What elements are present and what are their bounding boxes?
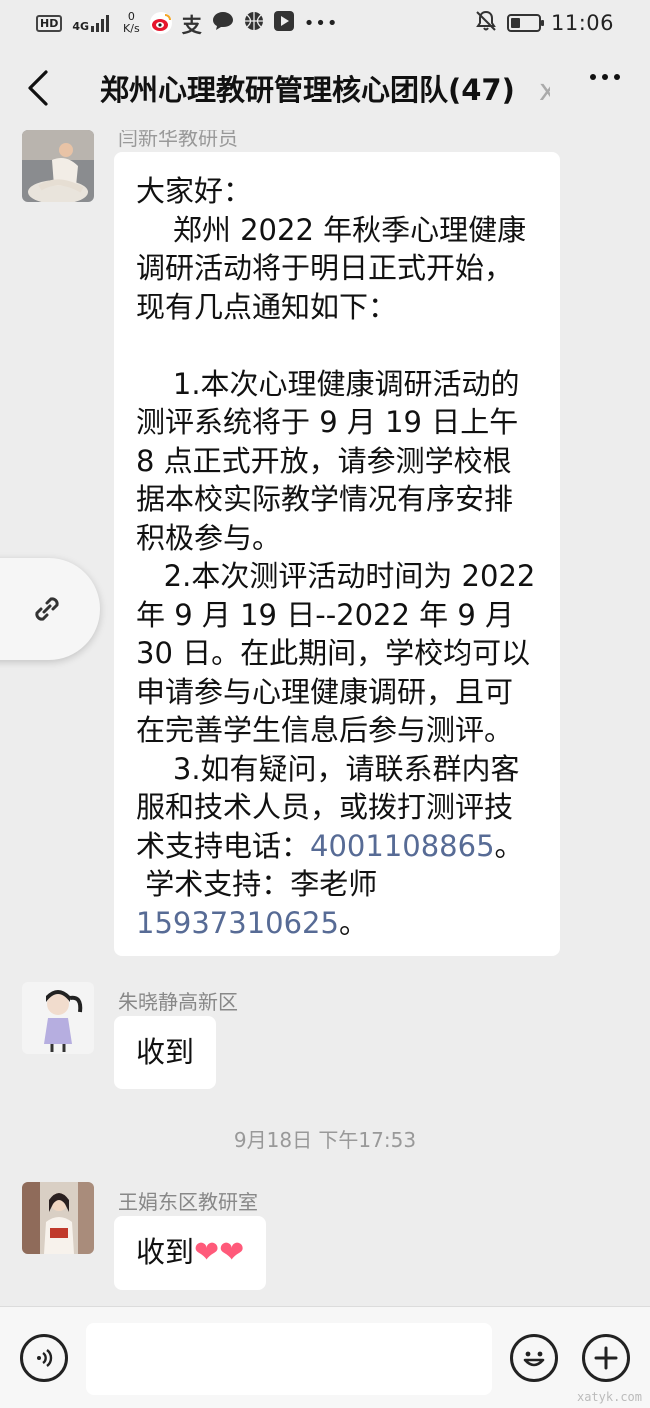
message-paragraph: 郑州 2022 年秋季心理健康调研活动将于明日正式开始，现有几点通知如下：	[136, 212, 527, 324]
chevron-left-icon	[28, 70, 48, 106]
emoji-button[interactable]	[510, 1334, 558, 1382]
basketball-icon	[244, 11, 264, 36]
sender-name: 闫新华教研员	[118, 130, 238, 150]
status-right: 11:06	[475, 10, 614, 37]
message-list[interactable]: 闫新华教研员 大家好： 郑州 2022 年秋季心理健康调研活动将于明日正式开始，…	[0, 130, 650, 1306]
signal-icon: 4G	[72, 14, 113, 32]
hd-icon: HD	[36, 14, 63, 32]
time-separator: 9月18日 下午17:53	[233, 1128, 417, 1152]
sender-name: 朱晓静高新区	[118, 990, 238, 1014]
period: 。	[494, 828, 524, 863]
voice-icon	[37, 1349, 53, 1367]
avatar[interactable]	[22, 130, 94, 202]
voice-button[interactable]	[20, 1334, 68, 1382]
message-bubble[interactable]: 收到	[114, 1016, 217, 1089]
input-bar: xatyk.com	[0, 1306, 650, 1408]
message-paragraph: 15937310625。	[136, 904, 538, 943]
academic-support-label: 学术支持：李老师	[136, 867, 378, 901]
play-icon	[273, 10, 294, 36]
network-speed: 0 K/s	[123, 11, 140, 35]
network-type-label: 4G	[72, 20, 90, 33]
add-button[interactable]	[582, 1334, 630, 1382]
floating-link-button[interactable]	[0, 558, 100, 660]
message-greeting: 大家好：	[136, 174, 253, 208]
speed-unit: K/s	[123, 22, 140, 35]
chat-header: 郑州心理教研管理核心团队(47) x	[0, 46, 650, 130]
chat-icon	[212, 11, 234, 36]
chat-title: 郑州心理教研管理核心团队(47) x	[100, 67, 550, 109]
heart-emoji: ❤❤	[194, 1235, 245, 1270]
avatar-girl-cartoon-icon	[22, 982, 94, 1054]
period: 。	[338, 905, 368, 940]
status-left: HD 4G 0 K/s 支 •••	[36, 9, 339, 38]
chat-title-text: 郑州心理教研管理核心团队(47)	[100, 73, 515, 107]
message-text: 收到	[136, 1235, 195, 1269]
weibo-icon	[149, 12, 172, 34]
message-input[interactable]	[86, 1323, 492, 1395]
more-icon	[590, 74, 596, 80]
battery-icon	[506, 14, 544, 32]
avatar[interactable]	[22, 1182, 94, 1254]
chat-title-overflow: x	[538, 73, 550, 107]
phone-link-tech[interactable]: 4001108865	[310, 829, 495, 863]
avatar[interactable]	[22, 982, 94, 1054]
plus-icon	[594, 1346, 618, 1370]
message-paragraph: 3.如有疑问，请联系群内客服和技术人员，或拨打测评技术支持电话：40011088…	[136, 750, 538, 866]
link-icon	[35, 597, 59, 621]
message-bubble[interactable]: 大家好： 郑州 2022 年秋季心理健康调研活动将于明日正式开始，现有几点通知如…	[114, 152, 560, 956]
sender-name: 王娟东区教研室	[118, 1190, 258, 1214]
back-button[interactable]	[0, 46, 76, 130]
mute-bell-icon	[475, 10, 497, 37]
status-bar: HD 4G 0 K/s 支 ••• 11:06	[0, 0, 650, 46]
avatar-woman-meditating-icon	[22, 130, 94, 202]
clock: 11:06	[550, 11, 614, 35]
message-paragraph: 1.本次心理健康调研活动的测评系统将于 9 月 19 日上午 8 点正式开放，请…	[136, 366, 528, 555]
message-text: 收到	[136, 1035, 195, 1069]
watermark: xatyk.com	[576, 1390, 642, 1404]
emoji-icon	[523, 1351, 545, 1367]
avatar-woman-holding-book-icon	[22, 1182, 94, 1254]
alipay-icon: 支	[181, 12, 202, 37]
message-paragraph: 2.本次测评活动时间为 2022 年 9 月 19 日--2022 年 9 月 …	[136, 559, 545, 747]
more-dots-icon: •••	[303, 12, 339, 34]
message-bubble[interactable]: 收到❤❤	[114, 1216, 267, 1290]
more-button[interactable]	[590, 74, 620, 80]
phone-link-academic[interactable]: 15937310625	[136, 906, 339, 940]
battery-level-fill	[510, 18, 521, 28]
